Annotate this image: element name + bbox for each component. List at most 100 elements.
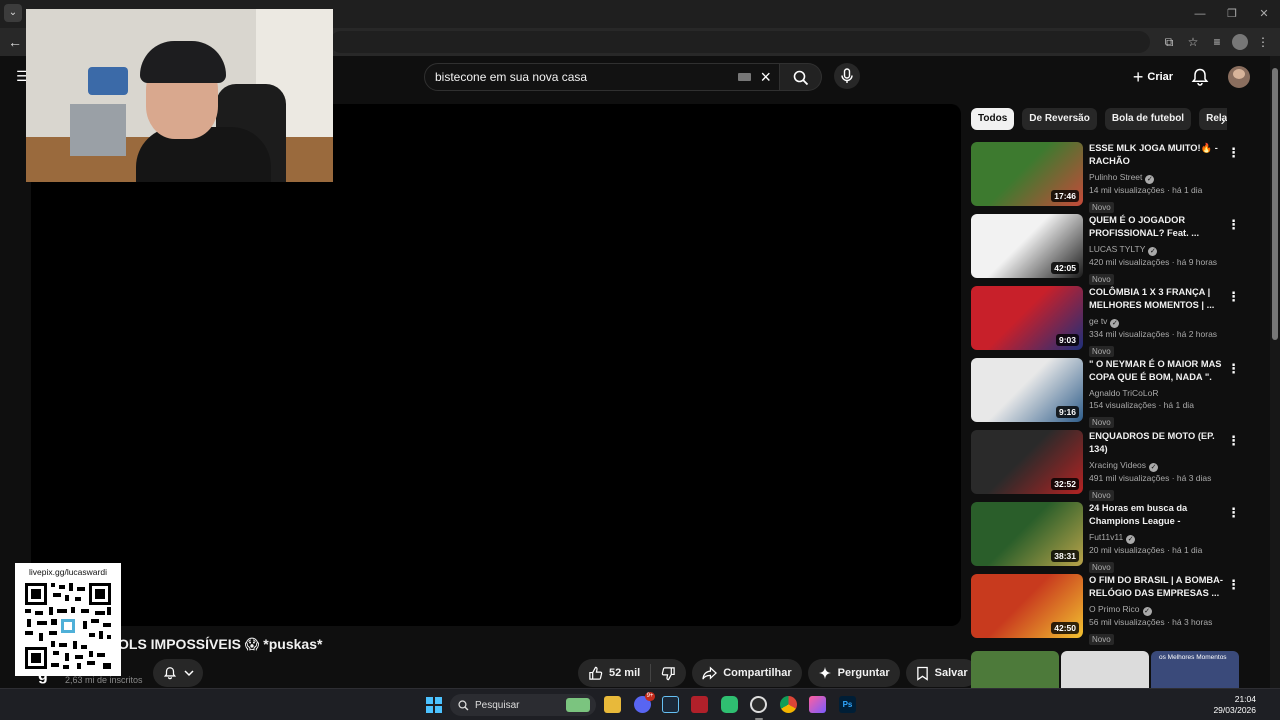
kebab-menu-icon[interactable]: ⋮	[1227, 362, 1240, 378]
bookmark-star-icon[interactable]: ☆	[1184, 31, 1202, 53]
recommendation-title[interactable]: QUEM É O JOGADOR PROFISSIONAL? Feat. ...	[1089, 214, 1227, 242]
streamer-webcam-overlay	[26, 9, 333, 182]
save-button[interactable]: Salvar	[905, 659, 978, 687]
short-thumbnail[interactable]	[1061, 651, 1149, 688]
browser-toolbar-icons: ⧉ ☆ ≡ ⋮	[1160, 31, 1272, 53]
kebab-menu-icon[interactable]: ⋮	[1227, 146, 1240, 162]
video-thumbnail[interactable]: 42:50	[971, 574, 1083, 638]
photoshop-icon[interactable]: Ps	[839, 696, 856, 713]
chip-bola-de-futebol[interactable]: Bola de futebol	[1104, 108, 1192, 130]
video-thumbnail[interactable]: 17:46	[971, 142, 1083, 206]
view-count: 420 mil visualizações	[1089, 257, 1170, 267]
file-explorer-icon[interactable]	[604, 696, 621, 713]
channel-name[interactable]: O Primo Rico	[1089, 604, 1140, 614]
channel-name[interactable]: Fut11v11	[1089, 532, 1123, 542]
video-thumbnail[interactable]: 38:31	[971, 502, 1083, 566]
share-button[interactable]: Compartilhar	[692, 659, 802, 687]
page-scrollbar[interactable]	[1270, 56, 1280, 688]
upload-age: há 1 dia	[1172, 545, 1203, 555]
new-badge: Novo	[1089, 274, 1114, 285]
kebab-menu-icon[interactable]: ⋮	[1227, 290, 1240, 306]
new-badge: Novo	[1089, 490, 1114, 501]
ask-button[interactable]: Perguntar	[807, 659, 900, 687]
notification-settings-button[interactable]	[153, 659, 203, 687]
recommendation-item[interactable]: 38:31 24 Horas em busca da Champions Lea…	[971, 502, 1241, 573]
create-button[interactable]: + Criar	[1124, 63, 1182, 91]
search-button[interactable]	[780, 63, 822, 91]
chevron-down-icon[interactable]: ⌄	[4, 4, 22, 22]
kebab-menu-icon[interactable]: ⋮	[1227, 434, 1240, 450]
thumbs-down-icon	[661, 666, 675, 680]
keyboard-icon[interactable]	[738, 73, 751, 81]
voice-search-button[interactable]	[834, 63, 860, 89]
chip-de-reversao[interactable]: De Reversão	[1022, 108, 1097, 130]
search-input[interactable]: bistecone em sua nova casa ×	[424, 63, 780, 91]
system-clock[interactable]: 21:04 29/03/2026	[1206, 694, 1256, 716]
video-thumbnail[interactable]: 32:52	[971, 430, 1083, 494]
recommendation-item[interactable]: 32:52 ENQUADROS DE MOTO (EP. 134) Xracin…	[971, 430, 1241, 501]
address-bar[interactable]	[330, 31, 1150, 53]
recommendation-title[interactable]: ESSE MLK JOGA MUITO!🔥 - RACHÃO	[1089, 142, 1227, 170]
scrollbar-thumb[interactable]	[1272, 68, 1278, 340]
windows-start-icon[interactable]	[426, 697, 442, 713]
install-app-icon[interactable]: ⧉	[1160, 31, 1178, 53]
search-query-text[interactable]: bistecone em sua nova casa	[435, 70, 587, 84]
short-thumbnail[interactable]: os Melhores Momentos	[1151, 651, 1239, 688]
recommendation-title[interactable]: " O NEYMAR É O MAIOR MAS COPA QUE É BOM,…	[1089, 358, 1227, 386]
channel-name[interactable]: LUCAS TYLTY	[1089, 244, 1145, 254]
profile-avatar[interactable]	[1232, 34, 1248, 50]
chat-app-icon[interactable]	[721, 696, 738, 713]
browser-menu-icon[interactable]: ⋮	[1254, 31, 1272, 53]
close-window-icon[interactable]: ✕	[1248, 0, 1280, 28]
photos-app-icon[interactable]	[809, 696, 826, 713]
recommendation-title[interactable]: COLÔMBIA 1 X 3 FRANÇA | MELHORES MOMENTO…	[1089, 286, 1227, 314]
bookmark-icon	[916, 666, 928, 681]
chrome-icon[interactable]	[780, 696, 797, 713]
taskbar-search[interactable]: Pesquisar	[450, 694, 596, 716]
new-badge: Novo	[1089, 202, 1114, 213]
chevron-right-icon[interactable]: ›	[1214, 110, 1232, 130]
recommendation-title[interactable]: O FIM DO BRASIL | A BOMBA- RELÓGIO DAS E…	[1089, 574, 1227, 602]
kebab-menu-icon[interactable]: ⋮	[1227, 218, 1240, 234]
account-avatar[interactable]	[1228, 66, 1250, 88]
verified-check-icon: ✓	[1126, 535, 1136, 544]
recommendation-item[interactable]: 17:46 ESSE MLK JOGA MUITO!🔥 - RACHÃO Pul…	[971, 142, 1241, 213]
like-button[interactable]: 52 mil	[578, 664, 652, 682]
media-control-icon[interactable]: ≡	[1208, 31, 1226, 53]
discord-icon[interactable]: 9+	[634, 692, 655, 713]
chip-all[interactable]: Todos	[971, 108, 1015, 130]
share-label: Compartilhar	[723, 667, 792, 679]
clear-search-icon[interactable]: ×	[760, 66, 771, 88]
video-thumbnail[interactable]: 9:03	[971, 286, 1083, 350]
channel-name[interactable]: Agnaldo TriCoLoR	[1089, 388, 1158, 398]
obs-recording-icon[interactable]	[750, 696, 767, 713]
back-arrow-icon[interactable]: ←	[6, 33, 24, 51]
recommendation-title[interactable]: ENQUADROS DE MOTO (EP. 134)	[1089, 430, 1227, 458]
short-thumbnail[interactable]	[971, 651, 1059, 688]
discord-notification-badge: 9+	[645, 692, 655, 701]
recommendation-item[interactable]: 9:16 " O NEYMAR É O MAIOR MAS COPA QUE É…	[971, 358, 1241, 428]
channel-name[interactable]: Pulinho Street	[1089, 172, 1142, 182]
minimize-icon[interactable]: —	[1184, 0, 1216, 28]
recommendation-item[interactable]: 42:50 O FIM DO BRASIL | A BOMBA- RELÓGIO…	[971, 574, 1241, 645]
restore-icon[interactable]: ❐	[1216, 0, 1248, 28]
recommendation-item[interactable]: 9:03 COLÔMBIA 1 X 3 FRANÇA | MELHORES MO…	[971, 286, 1241, 357]
notifications-bell-icon[interactable]	[1190, 67, 1210, 87]
video-duration: 9:03	[1055, 334, 1079, 346]
steam-icon[interactable]	[662, 696, 679, 713]
recommendation-item[interactable]: 42:05 QUEM É O JOGADOR PROFISSIONAL? Fea…	[971, 214, 1241, 285]
video-duration: 32:52	[1051, 478, 1079, 490]
share-icon	[702, 665, 718, 680]
video-thumbnail[interactable]: 42:05	[971, 214, 1083, 278]
video-thumbnail[interactable]: 9:16	[971, 358, 1083, 422]
recommendation-title[interactable]: 24 Horas em busca da Champions League - …	[1089, 502, 1227, 530]
verified-check-icon: ✓	[1145, 175, 1155, 184]
video-player[interactable]	[31, 104, 961, 626]
kebab-menu-icon[interactable]: ⋮	[1227, 506, 1240, 522]
channel-name[interactable]: Xracing Videos	[1089, 460, 1146, 470]
kebab-menu-icon[interactable]: ⋮	[1227, 578, 1240, 594]
search-highlight-icon	[566, 698, 590, 712]
game-app-icon[interactable]	[691, 696, 708, 713]
channel-name[interactable]: ge tv	[1089, 316, 1107, 326]
dislike-button[interactable]	[651, 666, 686, 681]
